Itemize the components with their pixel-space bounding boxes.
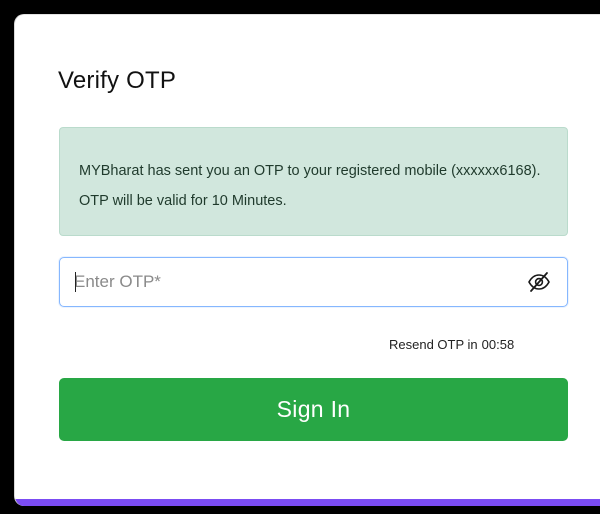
text-caret [75,272,76,292]
verify-otp-card: Verify OTP MYBharat has sent you an OTP … [14,14,600,506]
otp-sent-message: MYBharat has sent you an OTP to your reg… [79,163,541,209]
resend-otp-countdown: Resend OTP in 00:58 [389,337,514,352]
page-title: Verify OTP [58,67,177,94]
eye-slash-icon[interactable] [527,271,551,293]
screen-frame: Verify OTP MYBharat has sent you an OTP … [0,0,600,514]
resend-label: Resend OTP in [389,337,478,352]
otp-field [59,257,568,307]
otp-sent-alert: MYBharat has sent you an OTP to your reg… [59,127,568,236]
card-bottom-accent [15,499,600,506]
resend-timer: 00:58 [481,337,515,352]
sign-in-button[interactable]: Sign In [59,378,568,441]
otp-input[interactable] [74,258,504,305]
